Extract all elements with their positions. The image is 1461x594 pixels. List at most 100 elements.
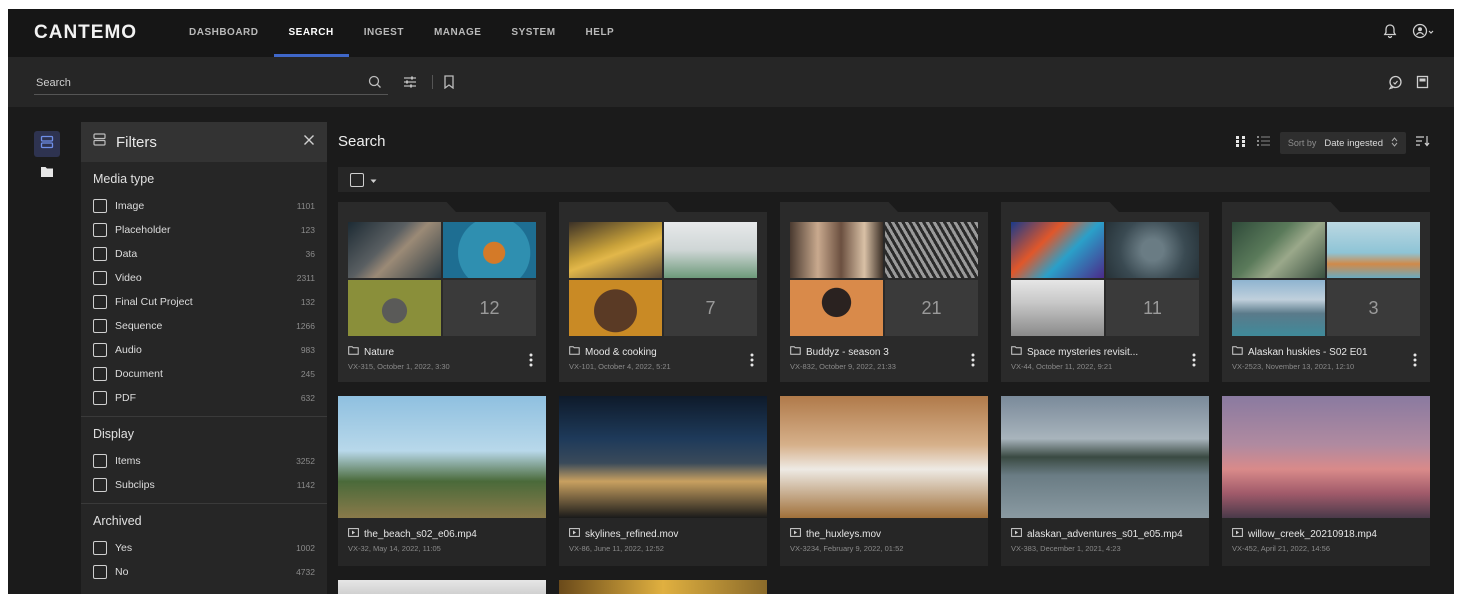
collection-card[interactable]: 7 Mood & cooking VX-101, October 4, 2022…: [559, 202, 767, 382]
filter-list-icon: [40, 135, 54, 154]
page-title: Search: [338, 133, 386, 150]
collection-card[interactable]: 12 Nature VX-315, October 1, 2022, 3:30: [338, 202, 546, 382]
checkbox[interactable]: [93, 391, 107, 405]
card-title: Nature: [348, 346, 526, 358]
search-input[interactable]: [34, 71, 388, 95]
checkbox[interactable]: [93, 454, 107, 468]
select-all-checkbox[interactable]: [350, 172, 364, 187]
thumbnail-starfield: [1106, 222, 1199, 278]
filters-toggle-button[interactable]: [34, 131, 60, 157]
checkbox[interactable]: [93, 295, 107, 309]
card-name: the_beach_s02_e06.mp4: [364, 528, 477, 540]
search-icon[interactable]: [366, 73, 384, 91]
filter-option[interactable]: Video 2311: [93, 266, 315, 290]
nav-manage[interactable]: MANAGE: [419, 9, 496, 57]
card-title: alaskan_adventures_s01_e05.mp4: [1011, 528, 1201, 540]
video-file-icon: [790, 528, 801, 540]
nav-system[interactable]: SYSTEM: [496, 9, 570, 57]
filter-sliders-icon[interactable]: [401, 73, 419, 91]
nav-dashboard[interactable]: DASHBOARD: [174, 9, 274, 57]
checkbox[interactable]: [93, 319, 107, 333]
card-meta: VX-383, December 1, 2021, 4:23: [1011, 544, 1121, 553]
collection-thumbnails: 11: [1011, 222, 1199, 336]
sort-select[interactable]: Sort by Date ingested: [1279, 132, 1406, 154]
filter-option[interactable]: Subclips 1142: [93, 473, 315, 497]
checkbox[interactable]: [93, 223, 107, 237]
card-info: the_beach_s02_e06.mp4 VX-32, May 14, 202…: [348, 528, 538, 553]
asset-card-partial[interactable]: [338, 580, 546, 594]
checkbox[interactable]: [93, 199, 107, 213]
card-title: Mood & cooking: [569, 346, 747, 358]
filter-option-count: 3252: [296, 456, 315, 466]
card-name: Space mysteries revisit...: [1027, 346, 1139, 358]
asset-card[interactable]: the_huxleys.mov VX-3234, February 9, 202…: [780, 396, 988, 566]
asset-card[interactable]: skylines_refined.mov VX-86, June 11, 202…: [559, 396, 767, 566]
collection-thumbnails: 21: [790, 222, 978, 336]
asset-card[interactable]: the_beach_s02_e06.mp4 VX-32, May 14, 202…: [338, 396, 546, 566]
card-info: alaskan_adventures_s01_e05.mp4 VX-383, D…: [1011, 528, 1201, 553]
filter-option[interactable]: Items 3252: [93, 449, 315, 473]
card-title: skylines_refined.mov: [569, 528, 759, 540]
list-view-icon[interactable]: [1256, 134, 1270, 152]
folders-button[interactable]: [34, 161, 60, 187]
asset-card[interactable]: willow_creek_20210918.mp4 VX-452, April …: [1222, 396, 1430, 566]
filter-option[interactable]: No 4732: [93, 560, 315, 584]
more-vertical-icon[interactable]: [747, 352, 757, 368]
more-vertical-icon[interactable]: [1189, 352, 1199, 368]
nav-help[interactable]: HELP: [571, 9, 630, 57]
filter-option-count: 632: [300, 393, 315, 403]
checkbox[interactable]: [93, 478, 107, 492]
chevron-down-icon[interactable]: [370, 171, 377, 189]
filter-option-count: 1101: [296, 201, 315, 211]
card-title: willow_creek_20210918.mp4: [1232, 528, 1422, 540]
grid-view-icon[interactable]: [1235, 134, 1247, 152]
asset-card[interactable]: alaskan_adventures_s01_e05.mp4 VX-383, D…: [1001, 396, 1209, 566]
more-vertical-icon[interactable]: [968, 352, 978, 368]
bookmark-icon[interactable]: [440, 73, 458, 91]
checkbox[interactable]: [93, 271, 107, 285]
nav-search[interactable]: SEARCH: [273, 9, 349, 57]
filter-list-icon: [93, 133, 106, 151]
asset-card-partial[interactable]: [559, 580, 767, 594]
collection-card[interactable]: 11 Space mysteries revisit... VX-44, Oct…: [1001, 202, 1209, 382]
more-vertical-icon[interactable]: [1410, 352, 1420, 368]
filter-option[interactable]: Image 1101: [93, 194, 315, 218]
folder-tab: [780, 202, 898, 212]
filter-option[interactable]: Yes 1002: [93, 536, 315, 560]
filter-option[interactable]: Audio 983: [93, 338, 315, 362]
checkbox[interactable]: [93, 541, 107, 555]
checkbox[interactable]: [93, 343, 107, 357]
item-count: 7: [664, 280, 757, 336]
filter-option-count: 2311: [296, 273, 315, 283]
filter-option-label: No: [115, 566, 129, 578]
folder-tab: [338, 202, 456, 212]
collection-thumbnails: 3: [1232, 222, 1420, 336]
filter-option[interactable]: Placeholder 123: [93, 218, 315, 242]
nav-ingest[interactable]: INGEST: [349, 9, 419, 57]
chat-icon[interactable]: [1386, 73, 1404, 91]
more-vertical-icon[interactable]: [526, 352, 536, 368]
filter-option[interactable]: Document 245: [93, 362, 315, 386]
thumbnail-wolf: [348, 222, 441, 278]
sort-direction-icon[interactable]: [1416, 134, 1430, 152]
results-area: Search Sort by Date ingested 12 Nature V…: [338, 122, 1430, 594]
view-toolbar: Sort by Date ingested: [1235, 130, 1430, 156]
collection-card[interactable]: 3 Alaskan huskies - S02 E01 VX-2523, Nov…: [1222, 202, 1430, 382]
checkbox[interactable]: [93, 565, 107, 579]
panel-icon[interactable]: [1413, 73, 1431, 91]
filter-option[interactable]: PDF 632: [93, 386, 315, 410]
thumbnail-aerial-river: [1232, 222, 1325, 278]
card-name: Nature: [364, 346, 395, 358]
user-menu-icon[interactable]: [1412, 23, 1434, 44]
checkbox[interactable]: [93, 367, 107, 381]
thumbnail-texture: [885, 222, 978, 278]
close-icon[interactable]: [303, 133, 315, 151]
checkbox[interactable]: [93, 247, 107, 261]
filter-option[interactable]: Sequence 1266: [93, 314, 315, 338]
bell-icon[interactable]: [1382, 23, 1398, 44]
collection-card[interactable]: 21 Buddyz - season 3 VX-832, October 9, …: [780, 202, 988, 382]
filter-option-count: 983: [300, 345, 315, 355]
filter-option[interactable]: Final Cut Project 132: [93, 290, 315, 314]
filter-option[interactable]: Data 36: [93, 242, 315, 266]
item-count: 3: [1327, 280, 1420, 336]
